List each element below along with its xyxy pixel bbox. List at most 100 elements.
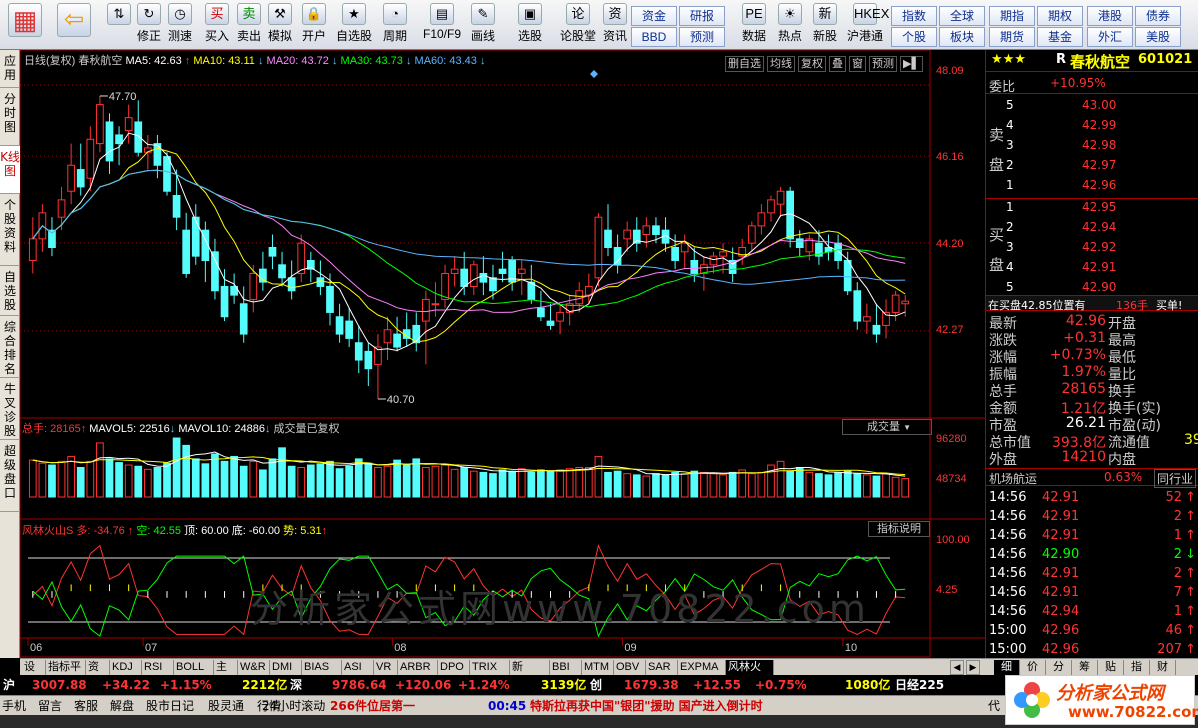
toolbar-button-forum[interactable]: 论论股堂 — [556, 3, 600, 48]
indicator-tab-4[interactable]: RSI — [142, 660, 174, 675]
indicator-tab-15[interactable]: 新DMA — [510, 660, 550, 688]
status-item-2[interactable]: 客服 — [74, 697, 98, 715]
kline-button-5[interactable]: 预测 — [869, 56, 897, 72]
panel-tab-6[interactable]: 财 — [1150, 660, 1176, 675]
toolbar-button-app-menu[interactable]: ▦ — [8, 3, 42, 48]
kline-button-3[interactable]: 叠 — [829, 56, 846, 72]
indicator-tab-16[interactable]: BBI — [550, 660, 582, 675]
indicator-tab-6[interactable]: 主力 — [214, 660, 238, 688]
panel-tab-1[interactable]: 价 — [1020, 660, 1046, 675]
market-button-9[interactable]: 债券 — [1135, 6, 1181, 26]
same-industry-button[interactable]: 同行业 — [1154, 469, 1197, 488]
kline-button-1[interactable]: 均线 — [767, 56, 795, 72]
indicator-tab-21[interactable]: 风林火山S — [726, 660, 774, 688]
buy-level-1[interactable]: 1 42.95 — [1006, 200, 1196, 218]
toolbar-button-news[interactable]: 资资讯 — [598, 3, 632, 48]
market-button-2[interactable]: BBD — [631, 27, 677, 47]
toolbar-button-period[interactable]: ◔ 周期 — [378, 3, 412, 48]
sidebar-item-0[interactable]: 应用 — [0, 50, 20, 88]
indicator-tab-20[interactable]: EXPMA — [678, 660, 726, 675]
panel-tab-5[interactable]: 指 — [1124, 660, 1150, 675]
buy-level-3[interactable]: 3 42.92 — [1006, 240, 1196, 258]
panel-toggle-arrow-icon[interactable]: ▶▌ — [900, 56, 923, 72]
sidebar-item-2[interactable]: K线图 — [0, 146, 20, 194]
panel-tab-0[interactable]: 细 — [994, 660, 1020, 675]
panel-tab-2[interactable]: 分 — [1046, 660, 1072, 675]
sell-level-5[interactable]: 5 43.00 — [1006, 98, 1196, 116]
status-item-1[interactable]: 留言 — [38, 697, 62, 715]
status-item-3[interactable]: 解盘 — [110, 697, 134, 715]
toolbar-button-new-stock[interactable]: 新新股 — [808, 3, 842, 48]
indicator-tab-5[interactable]: BOLL — [174, 660, 214, 675]
sidebar-item-7[interactable]: 超级盘口 — [0, 440, 20, 512]
market-button-3[interactable]: 预测 — [679, 27, 725, 47]
toolbar-button-up-down-arrow[interactable]: ⇅ — [102, 3, 136, 48]
indicator-tab-8[interactable]: DMI — [270, 660, 302, 675]
indicator-tab-17[interactable]: MTM — [582, 660, 614, 675]
toolbar-button-draw[interactable]: ✎ 画线 — [466, 3, 500, 48]
toolbar-button-speed[interactable]: ◷ 测速 — [163, 3, 197, 48]
indicator-tab-13[interactable]: DPO — [438, 660, 470, 675]
indicator-tab-7[interactable]: W&R — [238, 660, 270, 675]
sell-level-4[interactable]: 4 42.99 — [1006, 118, 1196, 136]
toolbar-button-data[interactable]: PE 数据 — [737, 3, 771, 48]
buy-level-2[interactable]: 2 42.94 — [1006, 220, 1196, 238]
market-button-8[interactable]: 港股 — [1087, 6, 1133, 26]
market-button-0[interactable]: 资金 — [631, 6, 677, 26]
toolbar-button-sell[interactable]: 卖卖出 — [232, 3, 266, 48]
indicator-tab-1[interactable]: 指标平台 — [46, 660, 86, 688]
sell-level-1[interactable]: 1 42.96 — [1006, 178, 1196, 196]
kline-button-0[interactable]: 删自选 — [725, 56, 764, 72]
sell-level-3[interactable]: 3 42.98 — [1006, 138, 1196, 156]
market-button-13[interactable]: 基金 — [1037, 27, 1083, 47]
indicator-tab-11[interactable]: VR — [374, 660, 398, 675]
kline-button-2[interactable]: 复权 — [798, 56, 826, 72]
kline-button-4[interactable]: 窗 — [849, 56, 866, 72]
sell-level-2[interactable]: 2 42.97 — [1006, 158, 1196, 176]
sidebar-item-1[interactable]: 分时图 — [0, 88, 20, 146]
event-marker-icon[interactable] — [590, 70, 598, 78]
market-button-10[interactable]: 个股 — [891, 27, 937, 47]
sidebar-item-4[interactable]: 自选股 — [0, 266, 20, 316]
indicator-tab-14[interactable]: TRIX — [470, 660, 510, 675]
indicator-tab-0[interactable]: 设置 — [22, 660, 46, 688]
market-button-1[interactable]: 研报 — [679, 6, 725, 26]
toolbar-button-f10[interactable]: ▤ F10/F9 — [420, 3, 464, 48]
market-button-4[interactable]: 指数 — [891, 6, 937, 26]
scroll-headline-2[interactable]: 特斯拉再获中国"银团"援助 国产进入倒计时 — [530, 697, 763, 715]
indicator-tab-3[interactable]: KDJ — [110, 660, 142, 675]
market-button-14[interactable]: 外汇 — [1087, 27, 1133, 47]
market-button-7[interactable]: 期权 — [1037, 6, 1083, 26]
toolbar-button-hot[interactable]: ☀ 热点 — [773, 3, 807, 48]
indicator-tab-10[interactable]: ASI — [342, 660, 374, 675]
buy-level-4[interactable]: 4 42.91 — [1006, 260, 1196, 278]
indicator-help-button[interactable]: 指标说明 — [868, 521, 930, 537]
toolbar-button-simulate[interactable]: ⚒ 模拟 — [263, 3, 297, 48]
buy-order-button[interactable]: 买单! — [1156, 297, 1182, 313]
toolbar-button-buy[interactable]: 买买入 — [200, 3, 234, 48]
market-button-15[interactable]: 美股 — [1135, 27, 1181, 47]
toolbar-button-repair[interactable]: ↻ 修正 — [132, 3, 166, 48]
indicator-tab-9[interactable]: BIAS — [302, 660, 342, 675]
market-button-5[interactable]: 全球 — [939, 6, 985, 26]
toolbar-button-hk-connect[interactable]: HKEX 沪港通 — [843, 3, 889, 48]
toolbar-button-account[interactable]: 🔒 开户 — [297, 3, 331, 48]
indicator-tab-2[interactable]: 资讯 — [86, 660, 110, 688]
panel-tab-3[interactable]: 筹 — [1072, 660, 1098, 675]
sidebar-item-6[interactable]: 牛叉诊股 — [0, 378, 20, 440]
status-item-6[interactable]: 行情 — [257, 697, 281, 715]
toolbar-button-star[interactable]: ★ 自选股 — [332, 3, 376, 48]
scroll-left-icon[interactable]: ◀ — [950, 660, 964, 675]
scroll-right-icon[interactable]: ▶ — [966, 660, 980, 675]
indicator-tab-12[interactable]: ARBR — [398, 660, 438, 675]
status-item-5[interactable]: 股灵通 — [208, 697, 244, 715]
toolbar-button-back-arrow[interactable]: ⇦ — [57, 3, 91, 48]
sidebar-item-3[interactable]: 个股资料 — [0, 194, 20, 266]
scroll-headline-1[interactable]: 266件位居第一 — [330, 697, 415, 715]
status-item-0[interactable]: 手机 — [2, 697, 26, 715]
status-item-4[interactable]: 股市日记 — [146, 697, 194, 715]
sidebar-item-5[interactable]: 综合排名 — [0, 316, 20, 378]
market-button-6[interactable]: 期指 — [989, 6, 1035, 26]
market-button-11[interactable]: 板块 — [939, 27, 985, 47]
market-button-12[interactable]: 期货 — [989, 27, 1035, 47]
